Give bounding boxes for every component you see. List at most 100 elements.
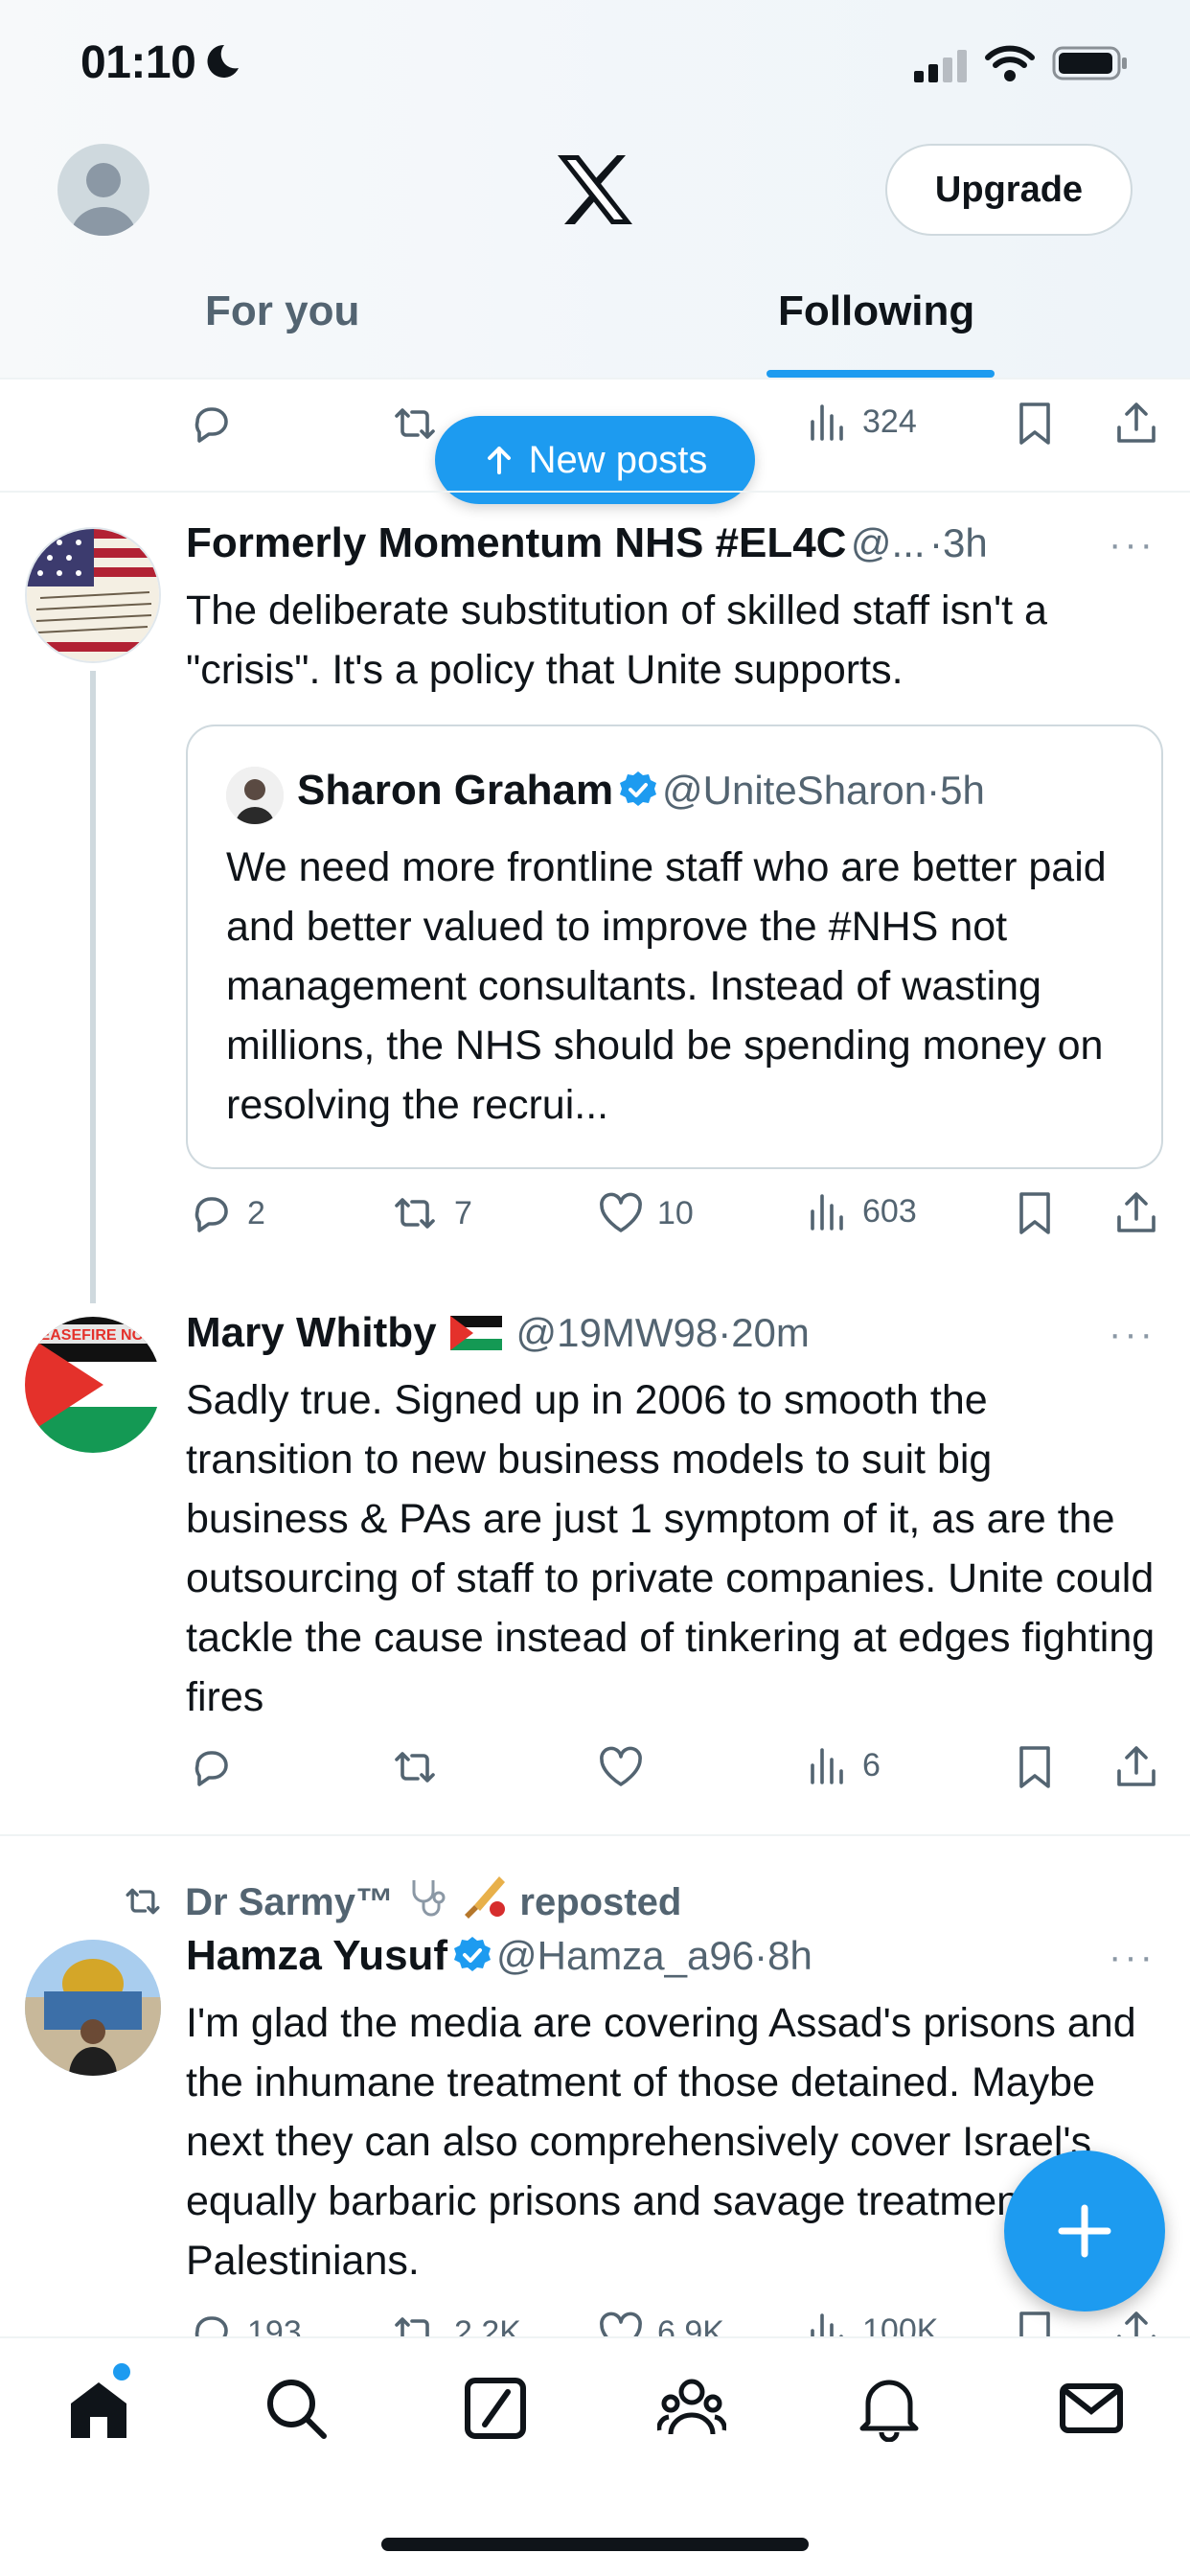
quote-author-name: Sharon Graham [297, 767, 614, 814]
repost-icon [395, 1198, 435, 1229]
repost-icon [395, 408, 435, 439]
reply-icon [195, 1751, 228, 1786]
repost-button[interactable] [389, 1744, 441, 1790]
views-count: 6 [862, 1746, 881, 1783]
tab-active-indicator [767, 370, 995, 378]
views-icon [811, 1194, 843, 1230]
bookmark-icon [1019, 1192, 1050, 1234]
post-actions: 2 7 10 603 [188, 1190, 1165, 1248]
repost-button[interactable]: 7 [389, 1190, 472, 1236]
grok-icon[interactable] [462, 2375, 529, 2442]
like-count: 10 [657, 1194, 694, 1231]
avatar-sharon-graham [226, 767, 284, 824]
thread-line [90, 671, 96, 1303]
repost-small-icon [121, 1882, 165, 1920]
profile-avatar[interactable] [57, 144, 149, 236]
bookmark-button[interactable] [1014, 401, 1056, 447]
reply-icon [195, 407, 228, 443]
avatar-hamza-yusuf[interactable] [25, 1940, 161, 2076]
post-text: Sadly true. Signed up in 2006 to smooth … [186, 1377, 1156, 1720]
stethoscope-icon [404, 1874, 450, 1920]
post-time[interactable]: 20m [731, 1310, 810, 1355]
more-options-icon[interactable]: ··· [1109, 1936, 1156, 1979]
messages-envelope-icon[interactable] [1058, 2375, 1125, 2442]
post-text: The deliberate substitution of skilled s… [186, 587, 1047, 693]
x-logo-icon[interactable] [556, 153, 634, 226]
views-count: 324 [862, 402, 917, 440]
reply-count: 2 [247, 1194, 265, 1231]
share-icon [1117, 1746, 1156, 1786]
share-button[interactable] [1113, 401, 1159, 447]
reply-button[interactable] [188, 1744, 234, 1790]
status-bar: 01:10 [0, 0, 1190, 134]
separator-dot: · [718, 1310, 732, 1355]
author-handle[interactable]: @Hamza_a96 [496, 1933, 754, 1978]
separator-dot: · [754, 1933, 768, 1978]
status-time: 01:10 [80, 37, 196, 88]
repost-context: Dr Sarmy™ reposted [121, 1873, 681, 1924]
compose-post-button[interactable] [1004, 2150, 1165, 2312]
post-time[interactable]: 3h [943, 520, 988, 565]
more-options-icon[interactable]: ··· [1109, 523, 1156, 566]
views-button[interactable]: 6 [807, 1744, 881, 1786]
bookmark-icon [1019, 402, 1050, 445]
author-name[interactable]: Formerly Momentum NHS #EL4C [186, 519, 846, 566]
repost-count: 7 [454, 1194, 472, 1231]
author-name[interactable]: Mary Whitby [186, 1309, 437, 1356]
tab-for-you[interactable]: For you [205, 288, 359, 335]
bookmark-icon [1019, 1746, 1050, 1788]
post-time[interactable]: 8h [767, 1933, 812, 1978]
upgrade-button[interactable]: Upgrade [885, 144, 1133, 236]
cricket-icon [461, 1873, 509, 1920]
svg-text:CEASEFIRE NOW: CEASEFIRE NOW [29, 1327, 159, 1344]
share-icon [1117, 402, 1156, 443]
share-button[interactable] [1113, 1744, 1159, 1790]
post-actions: 6 [188, 1744, 1165, 1802]
tab-following[interactable]: Following [778, 288, 974, 335]
quoted-post[interactable]: Sharon Graham @UniteSharon·5h We need mo… [186, 724, 1163, 1169]
separator-dot: · [929, 520, 944, 565]
author-handle[interactable]: @... [851, 520, 926, 565]
reposter-name[interactable]: Dr Sarmy™ [185, 1881, 394, 1923]
quote-text: We need more frontline staff who are bet… [226, 844, 1107, 1128]
post-header: Mary Whitby @19MW98·20m [186, 1309, 1144, 1357]
views-button[interactable]: 324 [807, 401, 917, 443]
author-name[interactable]: Hamza Yusuf [186, 1932, 447, 1979]
wifi-icon [985, 44, 1035, 82]
divider [0, 491, 1190, 493]
divider [0, 1834, 1190, 1836]
cellular-signal-icon [914, 50, 968, 82]
post-header: Hamza Yusuf @Hamza_a96·8h [186, 1932, 1144, 1980]
palestine-flag-icon [450, 1316, 503, 1350]
more-options-icon[interactable]: ··· [1109, 1313, 1156, 1356]
home-indicator [381, 2538, 809, 2551]
repost-button[interactable] [389, 401, 441, 447]
home-icon[interactable] [65, 2375, 132, 2442]
notifications-bell-icon[interactable] [858, 2375, 920, 2442]
views-button[interactable]: 603 [807, 1190, 917, 1232]
views-count: 603 [862, 1192, 917, 1230]
like-button[interactable]: 10 [598, 1190, 694, 1236]
share-button[interactable] [1113, 1190, 1159, 1236]
battery-icon [1052, 46, 1129, 80]
moon-icon [203, 42, 241, 80]
author-handle[interactable]: @19MW98 [515, 1310, 718, 1355]
post-header: Formerly Momentum NHS #EL4C @... ·3h [186, 519, 1144, 567]
avatar-mary-whitby[interactable]: CEASEFIRE NOW [25, 1317, 161, 1453]
share-icon [1117, 1192, 1156, 1232]
reply-button[interactable] [188, 401, 234, 447]
communities-icon[interactable] [657, 2375, 726, 2442]
bookmark-button[interactable] [1014, 1190, 1056, 1236]
bookmark-button[interactable] [1014, 1744, 1056, 1790]
repost-icon [395, 1752, 435, 1782]
verified-badge-icon [452, 1935, 492, 1975]
new-posts-label: New posts [528, 438, 708, 481]
views-icon [811, 1748, 843, 1784]
avatar-formerly-momentum[interactable] [25, 527, 161, 663]
search-icon[interactable] [263, 2375, 330, 2442]
quote-header: Sharon Graham @UniteSharon·5h [297, 767, 985, 815]
reply-button[interactable]: 2 [188, 1190, 265, 1236]
like-button[interactable] [598, 1744, 644, 1790]
home-notification-dot [113, 2363, 130, 2380]
verified-badge-icon [618, 770, 658, 810]
